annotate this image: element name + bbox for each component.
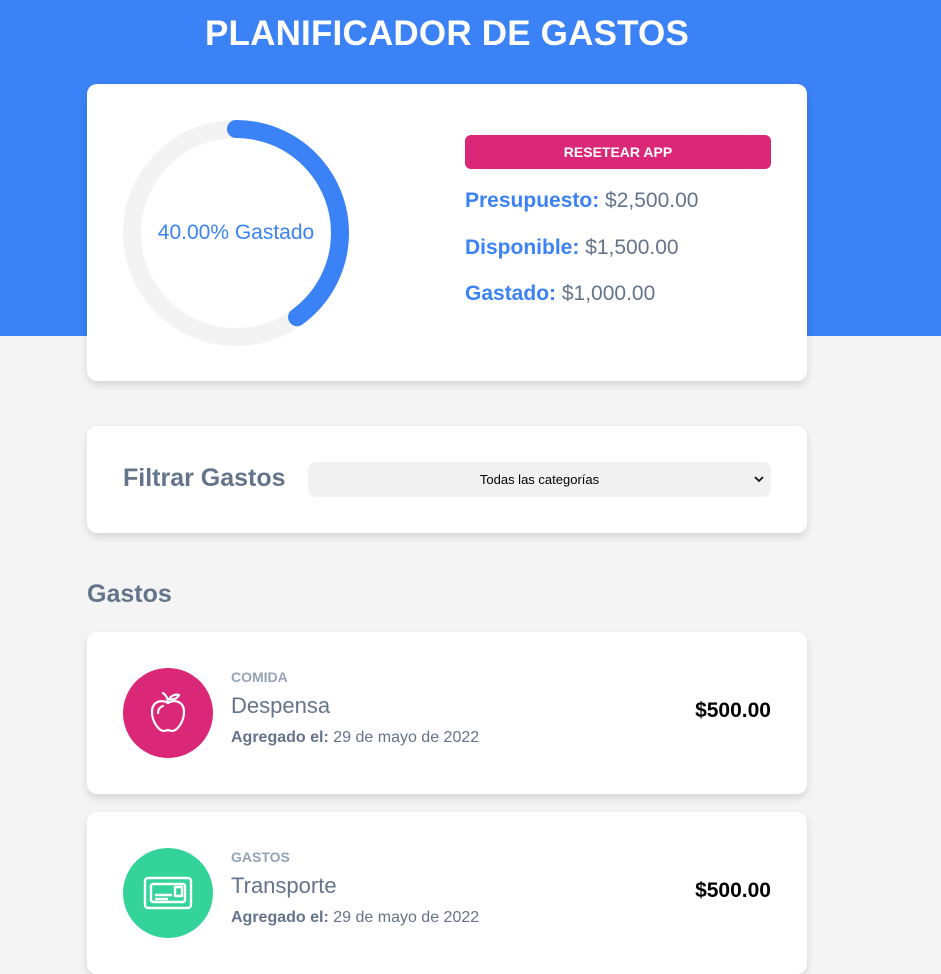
expense-item[interactable]: COMIDA Despensa Agregado el: 29 de mayo …: [87, 632, 807, 794]
card-icon: [143, 876, 193, 910]
budget-value: $2,500.00: [605, 189, 699, 212]
filter-selected-value: Todas las categorías: [479, 472, 600, 487]
category-filter-select[interactable]: Todas las categorías: [308, 462, 771, 497]
expense-category: COMIDA: [231, 669, 288, 685]
expense-amount: $500.00: [695, 699, 771, 722]
expense-item[interactable]: GASTOS Transporte Agregado el: 29 de may…: [87, 812, 807, 974]
expense-date-label: Agregado el:: [231, 729, 329, 746]
available-label: Disponible:: [465, 236, 580, 259]
filter-card: Filtrar Gastos Todas las categorías: [87, 426, 807, 533]
chevron-down-icon: [751, 462, 767, 497]
expense-icon-wrapper: [123, 668, 213, 758]
expenses-title: Gastos: [87, 580, 172, 608]
app-title: PLANIFICADOR DE GASTOS: [204, 14, 690, 53]
expense-date-value: 29 de mayo de 2022: [333, 909, 480, 926]
available-value: $1,500.00: [585, 236, 679, 259]
apple-icon: [150, 691, 186, 733]
spent-label: Gastado:: [465, 282, 557, 305]
reset-app-button[interactable]: RESETEAR APP: [465, 135, 771, 169]
expense-date-value: 29 de mayo de 2022: [333, 729, 480, 746]
filter-label: Filtrar Gastos: [123, 464, 286, 492]
budget-card: 40.00% Gastado RESETEAR APP Presupuesto:…: [87, 84, 807, 381]
expense-category: GASTOS: [231, 849, 290, 865]
expense-date: Agregado el: 29 de mayo de 2022: [231, 729, 479, 747]
spent-value: $1,000.00: [561, 282, 656, 305]
budget-label: Presupuesto:: [465, 189, 600, 212]
expense-date-label: Agregado el:: [231, 909, 329, 926]
expense-date: Agregado el: 29 de mayo de 2022: [231, 909, 479, 927]
budget-stat: Presupuesto: $2,500.00: [465, 189, 698, 213]
available-stat: Disponible: $1,500.00: [465, 236, 679, 260]
expense-name: Despensa: [231, 693, 331, 718]
expense-icon-wrapper: [123, 848, 213, 938]
expense-amount: $500.00: [695, 879, 771, 902]
progress-percent-text: 40.00% Gastado: [157, 221, 315, 244]
spent-stat: Gastado: $1,000.00: [465, 282, 655, 306]
expense-name: Transporte: [231, 873, 337, 898]
budget-progress-ring: 40.00% Gastado: [123, 120, 349, 346]
